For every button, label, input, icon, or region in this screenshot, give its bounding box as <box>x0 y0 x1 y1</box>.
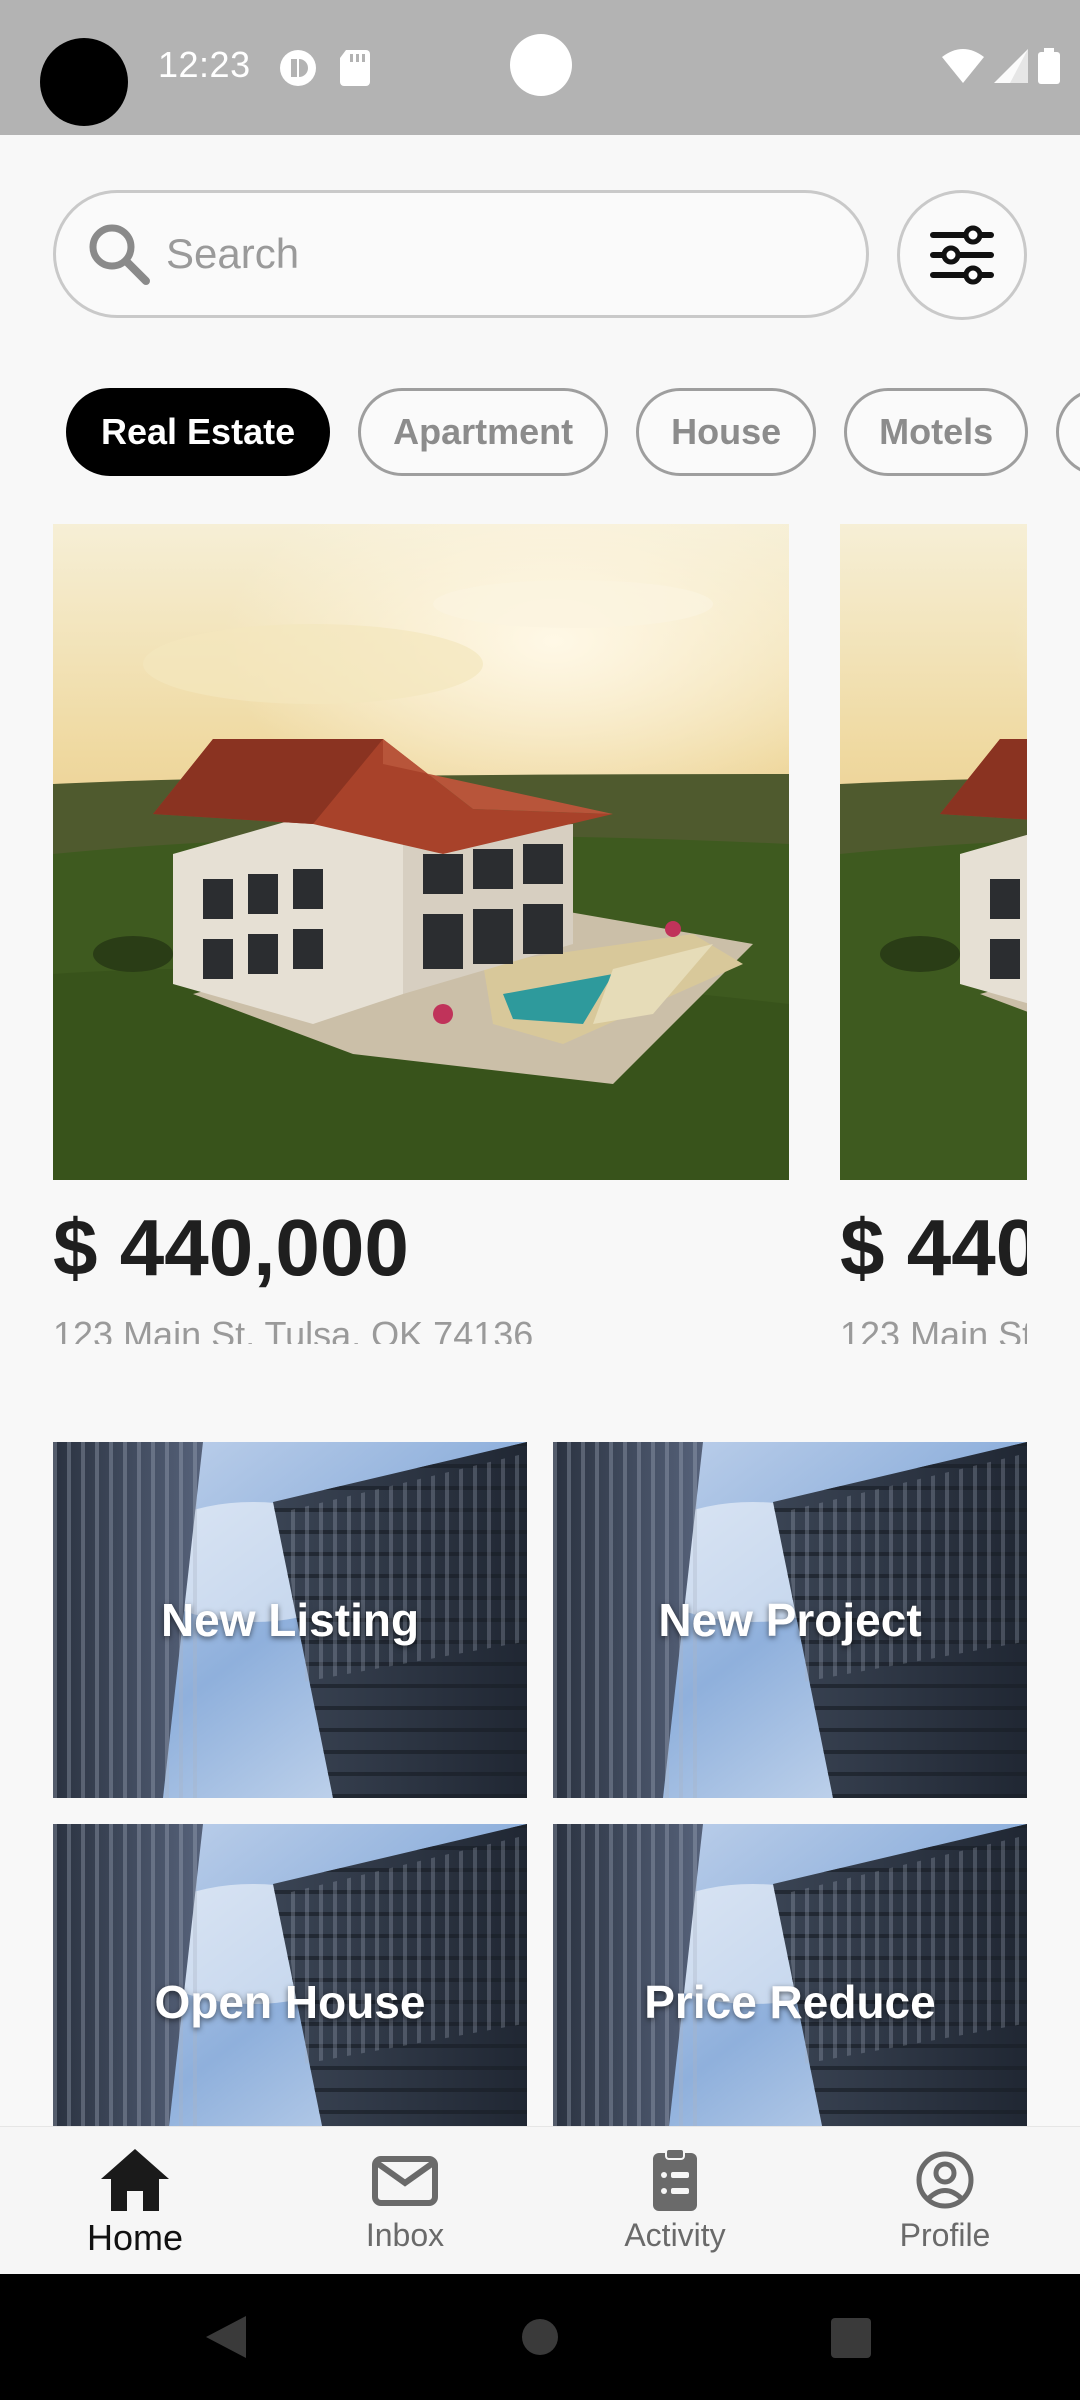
inbox-icon <box>372 2156 438 2206</box>
nav-inbox[interactable]: Inbox <box>270 2127 540 2274</box>
listing-address: 123 Main St, Tulsa, OK 74136 <box>840 1314 1027 1344</box>
sliders-icon <box>930 225 994 285</box>
sd-card-icon <box>340 50 370 86</box>
chip-real-estate[interactable]: Real Estate <box>66 388 331 476</box>
listing-address: 123 Main St, Tulsa, OK 74136 <box>53 1314 534 1344</box>
tile-label: New Listing <box>160 1594 420 1646</box>
status-time: 12:23 <box>158 44 251 85</box>
search-input[interactable] <box>166 230 766 278</box>
nav-label: Home <box>86 2217 184 2258</box>
search-bar[interactable] <box>53 190 869 318</box>
bottom-nav: Home Inbox Activity Profile <box>0 2126 1080 2274</box>
listing-card[interactable]: $ 440,000 123 Main St, Tulsa, OK 74136 <box>53 524 789 1344</box>
nav-label: Activity <box>624 2217 726 2253</box>
profile-icon <box>916 2151 974 2209</box>
nav-profile[interactable]: Profile <box>810 2127 1080 2274</box>
tile-new-project[interactable]: New Project <box>553 1442 1027 1798</box>
listing-card[interactable]: $ 440,000 123 Main St, Tulsa, OK 74136 <box>840 524 1027 1344</box>
listing-price: $ 440,000 <box>840 1203 1027 1292</box>
tile-label: Open House <box>154 1976 426 2028</box>
nav-label: Inbox <box>365 2217 445 2253</box>
tile-new-listing[interactable]: New Listing <box>53 1442 527 1798</box>
activity-icon <box>653 2148 697 2211</box>
category-chips: Real Estate Apartment House Motels T <box>66 388 1080 478</box>
camera-cutout <box>40 38 128 126</box>
status-icons <box>942 48 1060 84</box>
notification-icon <box>280 50 316 86</box>
battery-icon <box>1038 48 1060 84</box>
signal-icon <box>994 49 1028 83</box>
wifi-icon <box>942 49 984 83</box>
home-button-icon[interactable] <box>522 2319 558 2355</box>
listing-price: $ 440,000 <box>53 1203 409 1292</box>
tile-label: Price Reduce <box>644 1976 936 2028</box>
house-photo <box>53 524 789 1180</box>
filter-button[interactable] <box>897 190 1027 320</box>
search-icon <box>89 224 150 285</box>
nav-home[interactable]: Home <box>0 2127 270 2274</box>
chip-apartment[interactable]: Apartment <box>358 388 609 476</box>
front-camera <box>510 34 572 96</box>
chip-house[interactable]: House <box>636 388 817 476</box>
nav-activity[interactable]: Activity <box>540 2127 810 2274</box>
system-nav-bar <box>0 2274 1080 2400</box>
back-icon[interactable] <box>204 2314 248 2360</box>
tile-label: New Project <box>658 1594 922 1646</box>
chip-motels[interactable]: Motels <box>844 388 1029 476</box>
tile-price-reduce[interactable]: Price Reduce <box>553 1824 1027 2126</box>
house-photo <box>840 524 1027 1180</box>
home-icon <box>101 2149 169 2211</box>
listing-card-partial-clip: $ 440,000 123 Main St, Tulsa, OK 74136 <box>840 524 1027 1344</box>
listing-carousel: $ 440,000 123 Main St, Tulsa, OK 74136 $… <box>0 524 1080 1344</box>
chip-partial[interactable]: T <box>1056 388 1080 476</box>
tile-open-house[interactable]: Open House <box>53 1824 527 2126</box>
recents-icon[interactable] <box>831 2318 871 2358</box>
status-bar: 12:23 <box>0 0 1080 135</box>
nav-label: Profile <box>899 2217 991 2253</box>
